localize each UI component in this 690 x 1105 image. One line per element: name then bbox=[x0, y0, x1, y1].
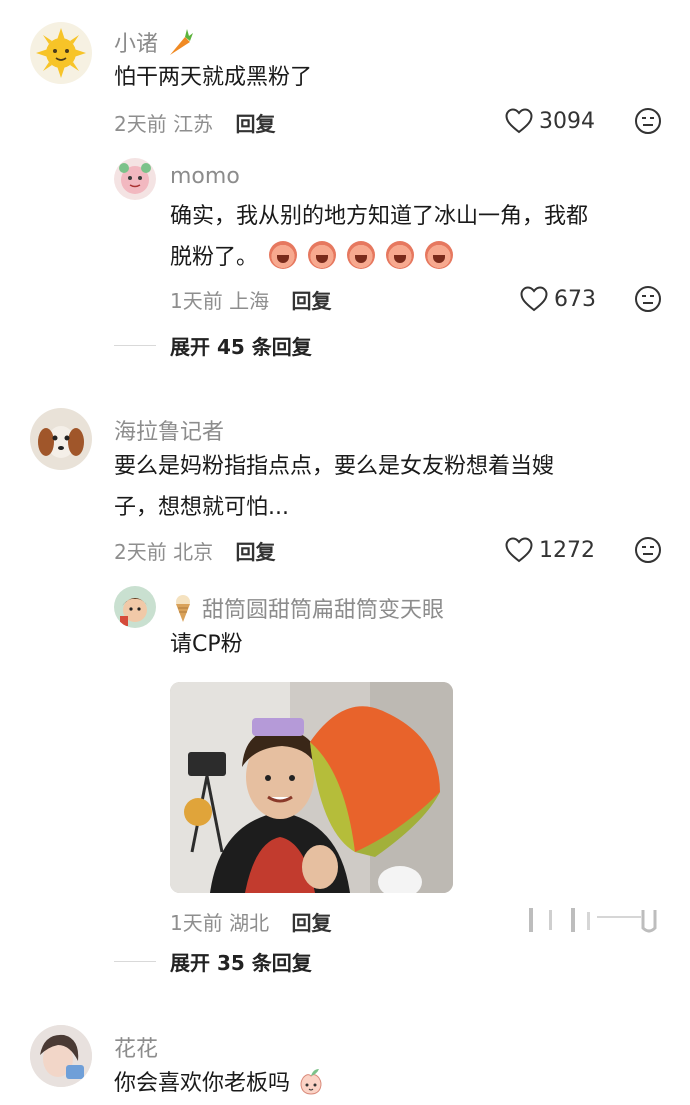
reply-time: 1天前 bbox=[170, 911, 223, 935]
ice-cream-icon bbox=[176, 595, 190, 622]
cartoon-avatar-icon bbox=[120, 598, 148, 626]
comment-text: 要么是妈粉指指点点，要么是女友粉想着当嫂 子，想想就可怕... bbox=[114, 446, 554, 528]
reply-location: 上海 bbox=[229, 289, 270, 313]
like-count: 673 bbox=[554, 286, 596, 312]
heart-icon bbox=[505, 108, 533, 134]
comment-line: 要么是妈粉指指点点，要么是女友粉想着当嫂 bbox=[114, 454, 555, 479]
reply-text: 请CP粉 bbox=[170, 624, 243, 665]
crying-face-icon bbox=[347, 241, 376, 269]
watermark-strokes bbox=[529, 908, 657, 933]
like-count: 3094 bbox=[539, 108, 595, 134]
comment-meta: 2天前 江苏 回复 bbox=[114, 108, 275, 137]
username-text: 甜筒圆甜筒扁甜筒变天眼 bbox=[202, 598, 445, 623]
expand-replies-button[interactable]: 展开 35 条回复 bbox=[114, 947, 312, 976]
crying-face-icon bbox=[386, 241, 415, 269]
heart-icon bbox=[505, 537, 533, 563]
reply-line-2: 脱粉了。 bbox=[170, 237, 588, 278]
comment-location: 江苏 bbox=[173, 112, 214, 136]
reply-line: 确实，我从别的地方知道了冰山一角，我都 bbox=[170, 204, 589, 229]
reply-meta: 1天前 上海 回复 bbox=[170, 285, 331, 314]
reply-text: 确实，我从别的地方知道了冰山一角，我都 脱粉了。 bbox=[170, 196, 588, 278]
avatar[interactable] bbox=[30, 1025, 92, 1087]
reply-location: 湖北 bbox=[229, 911, 270, 935]
dog-avatar-icon bbox=[38, 426, 84, 458]
comment-time: 2天前 bbox=[114, 112, 167, 136]
carrot-icon bbox=[170, 29, 194, 55]
username[interactable]: 海拉鲁记者 bbox=[114, 414, 224, 446]
cartoon-avatar-icon bbox=[119, 163, 151, 194]
reply-button[interactable]: 回复 bbox=[291, 289, 331, 313]
expand-label: 展开 35 条回复 bbox=[170, 951, 312, 975]
dislike-face-icon[interactable] bbox=[634, 107, 662, 135]
username[interactable]: momo bbox=[170, 164, 240, 189]
dislike-face-icon[interactable] bbox=[634, 285, 662, 313]
crying-face-icon bbox=[425, 241, 454, 269]
username[interactable]: 花花 bbox=[114, 1031, 158, 1063]
avatar[interactable] bbox=[114, 158, 156, 200]
like-button[interactable]: 673 bbox=[520, 286, 596, 312]
reply-button[interactable]: 回复 bbox=[235, 540, 275, 564]
avatar[interactable] bbox=[30, 408, 92, 470]
crying-face-icon bbox=[269, 241, 298, 269]
comment-location: 北京 bbox=[173, 540, 214, 564]
peach-face-icon bbox=[300, 1069, 322, 1095]
photo-illustration bbox=[170, 682, 453, 893]
reply-image[interactable] bbox=[170, 682, 453, 893]
comment-line: 你会喜欢你老板吗 bbox=[114, 1071, 291, 1096]
expand-label: 展开 45 条回复 bbox=[170, 335, 312, 359]
reply-time: 1天前 bbox=[170, 289, 223, 313]
like-button[interactable]: 1272 bbox=[505, 537, 595, 563]
comment-time: 2天前 bbox=[114, 540, 167, 564]
like-count: 1272 bbox=[539, 537, 595, 563]
sun-avatar-icon bbox=[36, 28, 86, 78]
comment-text: 你会喜欢你老板吗 bbox=[114, 1063, 325, 1104]
reply-button[interactable]: 回复 bbox=[291, 911, 331, 935]
username-text: 小诸 bbox=[114, 32, 159, 57]
reply-meta: 1天前 湖北 回复 bbox=[170, 907, 331, 936]
comment-text: 怕干两天就成黑粉了 bbox=[114, 57, 312, 98]
username[interactable]: 甜筒圆甜筒扁甜筒变天眼 bbox=[170, 592, 444, 624]
photo-avatar-icon bbox=[30, 1025, 92, 1087]
dislike-face-icon[interactable] bbox=[634, 536, 662, 564]
divider bbox=[114, 961, 156, 962]
comment-line: 怕干两天就成黑粉了 bbox=[114, 65, 313, 90]
reply-button[interactable]: 回复 bbox=[235, 112, 275, 136]
reply-line: 脱粉了。 bbox=[170, 245, 259, 270]
expand-replies-button[interactable]: 展开 45 条回复 bbox=[114, 331, 312, 360]
like-button[interactable]: 3094 bbox=[505, 108, 595, 134]
username[interactable]: 小诸 bbox=[114, 26, 194, 58]
comment-line: 子，想想就可怕... bbox=[114, 495, 289, 520]
heart-icon bbox=[520, 286, 548, 312]
avatar[interactable] bbox=[30, 22, 92, 84]
comment-meta: 2天前 北京 回复 bbox=[114, 536, 275, 565]
divider bbox=[114, 345, 156, 346]
crying-face-icon bbox=[308, 241, 337, 269]
reply-line: 请CP粉 bbox=[170, 632, 243, 657]
avatar[interactable] bbox=[114, 586, 156, 628]
